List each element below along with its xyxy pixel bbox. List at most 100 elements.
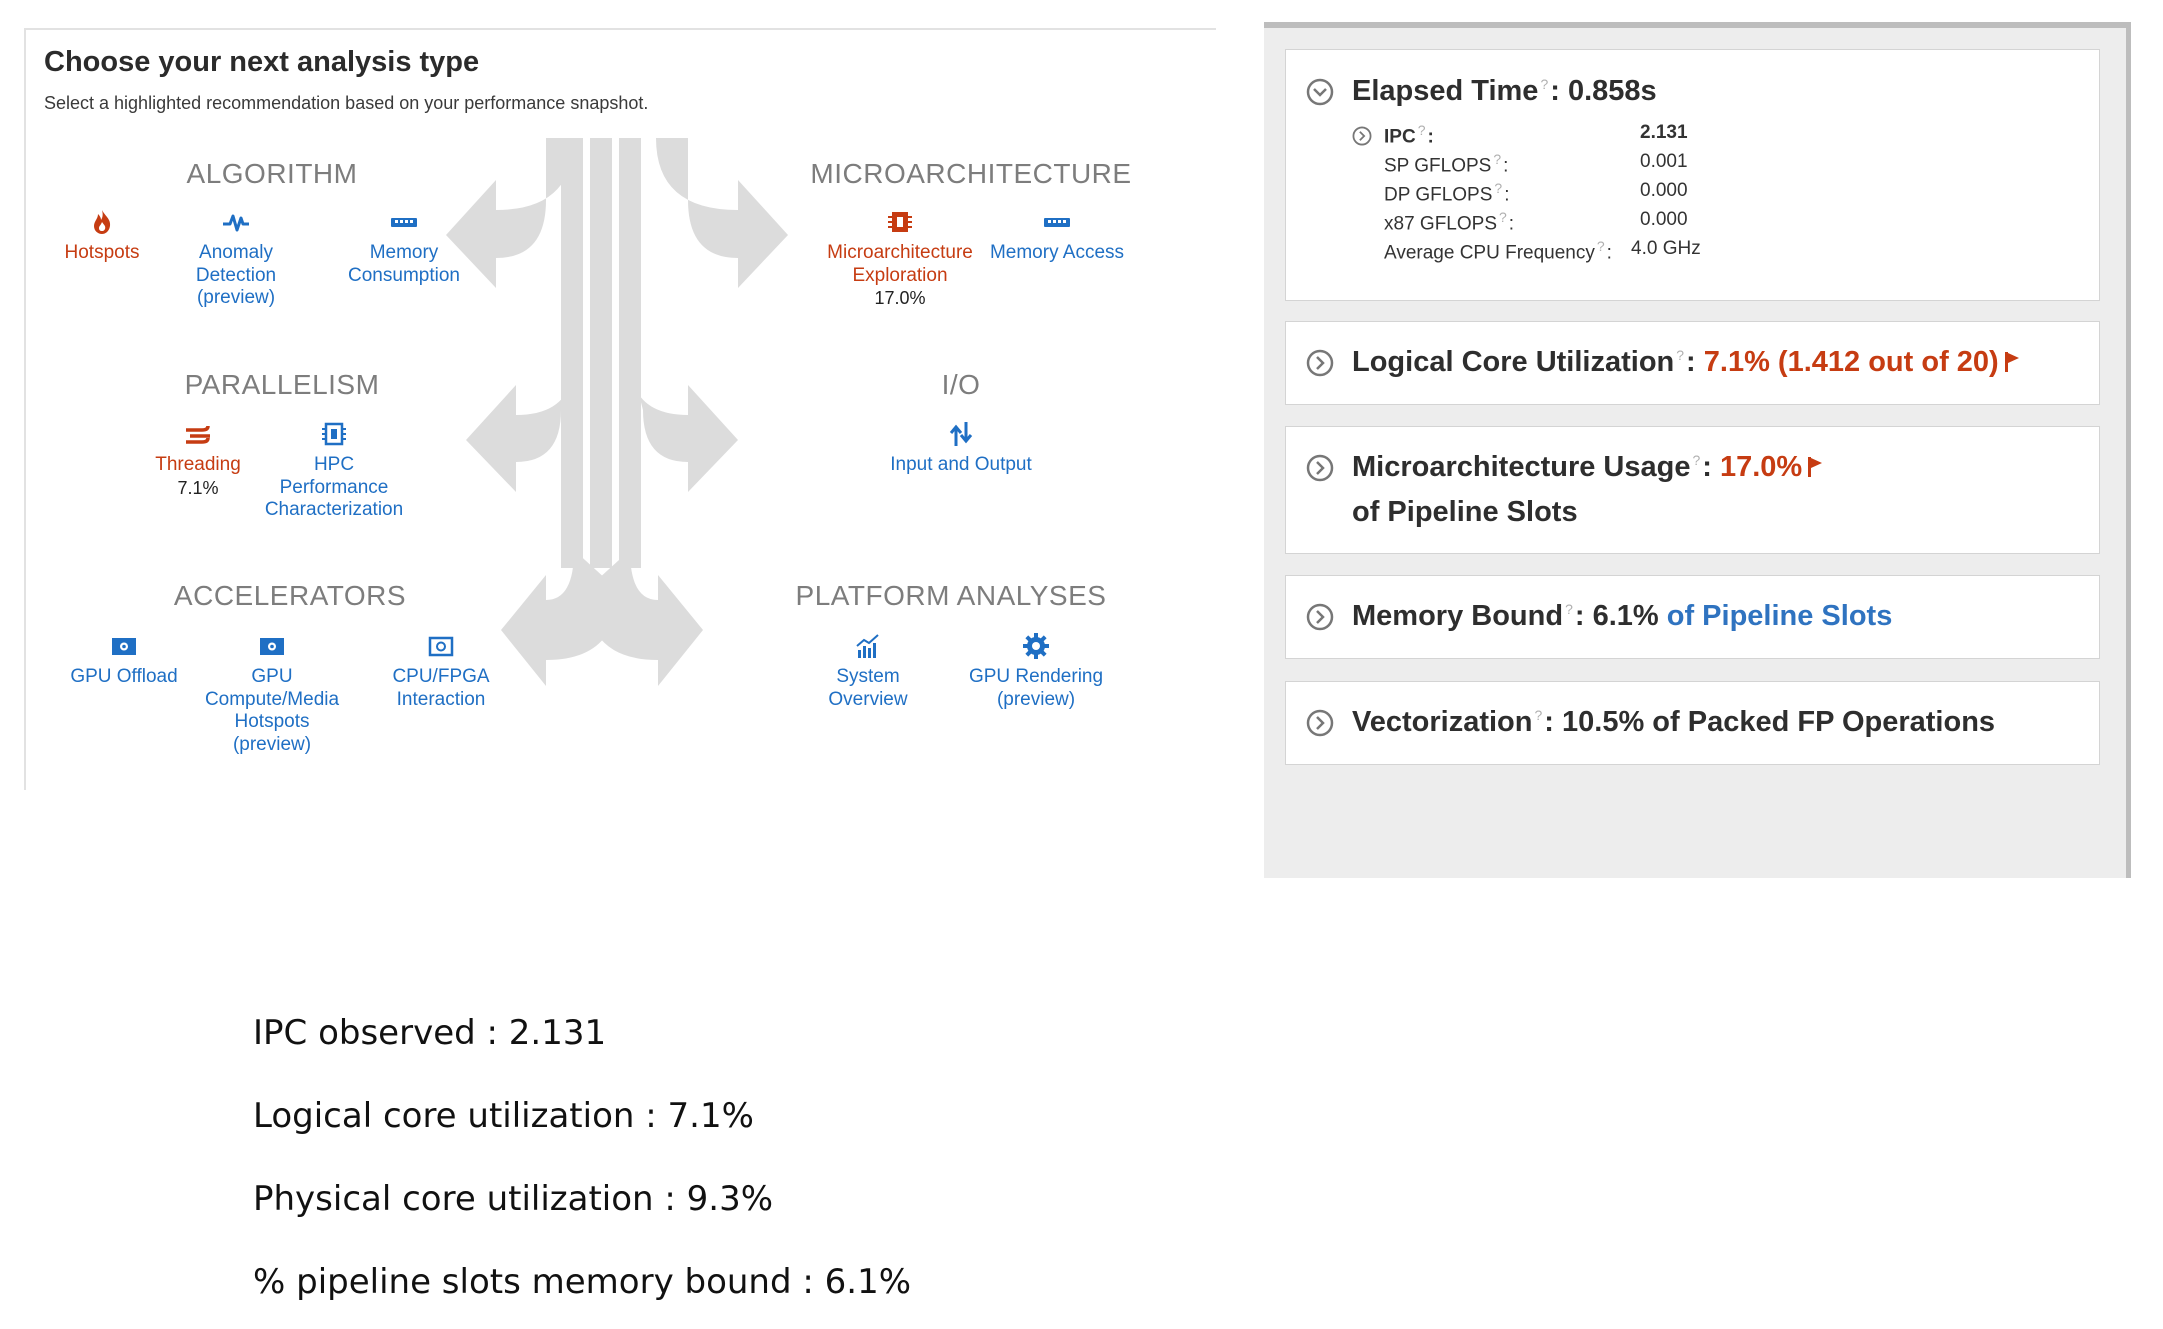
chevron-right-icon[interactable] — [1306, 603, 1334, 631]
x87-gflops-text: x87 GFLOPS — [1384, 213, 1497, 235]
memory-bound-card: Memory Bound?: 6.1% of Pipeline Slots — [1285, 575, 2100, 659]
chevron-down-icon[interactable] — [1306, 78, 1334, 106]
x87-gflops-label: x87 GFLOPS?: — [1384, 209, 1515, 235]
note-physical-core: Physical core utilization : 9.3% — [253, 1179, 774, 1219]
memory-bound-value: 6.1% — [1592, 600, 1659, 632]
vectorization-card: Vectorization?: 10.5% of Packed FP Opera… — [1285, 681, 2100, 765]
gpu-rendering-analysis[interactable]: GPU Rendering (preview) — [941, 632, 1131, 711]
note-ipc: IPC observed : 2.131 — [253, 1013, 607, 1053]
vectorization-value: 10.5% of Packed FP Operations — [1562, 706, 1996, 738]
gear-icon — [1023, 633, 1049, 659]
help-icon[interactable]: ? — [1494, 180, 1502, 196]
cpu-fpga-label: CPU/FPGA Interaction — [392, 666, 490, 710]
chevron-right-icon[interactable] — [1306, 454, 1334, 482]
elapsed-time-card: Elapsed Time?: 0.858s IPC?: 2.131 SP GFL… — [1285, 49, 2100, 301]
microarchitecture-usage-value: 17.0% — [1719, 451, 1803, 483]
help-icon[interactable]: ? — [1418, 122, 1426, 138]
category-accelerators: ACCELERATORS — [173, 580, 407, 611]
memory-bound-title: Memory Bound?: 6.1% of Pipeline Slots — [1352, 600, 1893, 632]
anomaly-detection-label: Anomaly Detection (preview) — [195, 242, 277, 308]
system-overview-analysis[interactable]: System Overview — [773, 632, 963, 711]
help-icon[interactable]: ? — [1540, 76, 1548, 92]
note-memory-bound: % pipeline slots memory bound : 6.1% — [253, 1262, 912, 1302]
memory-access-label: Memory Access — [989, 242, 1125, 263]
bar-chart-icon — [856, 634, 879, 658]
gpu-card-icon — [260, 638, 284, 655]
gpu-rendering-label: GPU Rendering (preview) — [968, 666, 1104, 710]
system-overview-label: System Overview — [828, 666, 908, 710]
microarchitecture-usage-title: Microarchitecture Usage?: 17.0% — [1352, 451, 1824, 484]
chevron-right-icon[interactable] — [1306, 349, 1334, 377]
up-down-arrows-icon — [949, 422, 973, 446]
summary-panel: Elapsed Time?: 0.858s IPC?: 2.131 SP GFL… — [1264, 22, 2131, 878]
dp-gflops-label: DP GFLOPS?: — [1384, 180, 1510, 206]
memory-bound-suffix: of Pipeline Slots — [1666, 600, 1893, 632]
logical-core-card: Logical Core Utilization?: 7.1% (1.412 o… — [1285, 321, 2100, 405]
elapsed-time-title: Elapsed Time?: 0.858s — [1352, 75, 1657, 107]
memory-consumption-label: Memory Consumption — [348, 242, 460, 286]
input-output-analysis[interactable]: Input and Output — [866, 420, 1056, 477]
arrow-to-microarchitecture — [656, 138, 788, 288]
flag-icon — [1808, 457, 1823, 477]
chevron-right-icon[interactable] — [1352, 126, 1372, 146]
gpu-compute-media-label: GPU Compute/Media Hotspots (preview) — [204, 666, 340, 755]
avg-cpu-freq-text: Average CPU Frequency — [1384, 242, 1595, 264]
memory-bound-label: Memory Bound — [1352, 600, 1564, 632]
fpga-card-icon — [428, 636, 454, 657]
chevron-right-icon[interactable] — [1306, 709, 1334, 737]
gpu-card-icon — [112, 638, 136, 655]
ipc-label: IPC — [1384, 126, 1416, 148]
cpu-icon — [322, 422, 346, 446]
vectorization-label: Vectorization — [1352, 706, 1533, 738]
flag-icon — [2004, 352, 2019, 372]
panel-top-border — [1264, 22, 2126, 28]
help-icon[interactable]: ? — [1499, 209, 1507, 225]
threads-icon — [186, 425, 210, 444]
sp-gflops-text: SP GFLOPS — [1384, 155, 1492, 177]
hpc-performance-analysis[interactable]: HPC Performance Characterization — [239, 420, 429, 522]
elapsed-time-value: 0.858s — [1567, 75, 1657, 107]
memory-chip-icon — [1044, 218, 1070, 227]
category-algorithm: ALGORITHM — [186, 158, 358, 189]
elapsed-time-label: Elapsed Time — [1352, 75, 1539, 107]
trunk-bar — [561, 138, 583, 568]
help-icon[interactable]: ? — [1493, 151, 1501, 167]
help-icon[interactable]: ? — [1535, 707, 1543, 723]
analysis-chooser-panel: Choose your next analysis type Select a … — [24, 28, 1216, 790]
memory-chip-icon — [391, 218, 417, 227]
memory-access-analysis[interactable]: Memory Access — [962, 208, 1152, 265]
x87-gflops-value: 0.000 — [1640, 209, 1688, 230]
gpu-compute-media-analysis[interactable]: GPU Compute/Media Hotspots (preview) — [177, 632, 367, 756]
microarchitecture-usage-card: Microarchitecture Usage?: 17.0% of Pipel… — [1285, 426, 2100, 554]
memory-consumption-analysis[interactable]: Memory Consumption — [309, 208, 499, 287]
avg-cpu-freq-value: 4.0 GHz — [1631, 238, 1701, 259]
help-icon[interactable]: ? — [1692, 452, 1700, 468]
help-icon[interactable]: ? — [1597, 238, 1605, 254]
avg-cpu-freq-label: Average CPU Frequency?: — [1384, 238, 1612, 264]
ipc-metric-label: IPC?: — [1384, 122, 1434, 148]
input-output-label: Input and Output — [890, 454, 1032, 475]
arrow-to-platform — [586, 550, 703, 686]
cpu-fpga-analysis[interactable]: CPU/FPGA Interaction — [346, 632, 536, 711]
category-microarchitecture: MICROARCHITECTURE — [810, 158, 1132, 189]
trunk-bar — [590, 138, 612, 568]
anomaly-detection-analysis[interactable]: Anomaly Detection (preview) — [141, 208, 331, 310]
category-io: I/O — [941, 369, 981, 400]
help-icon[interactable]: ? — [1676, 347, 1684, 363]
logical-core-title: Logical Core Utilization?: 7.1% (1.412 o… — [1352, 346, 2021, 379]
help-icon[interactable]: ? — [1565, 601, 1573, 617]
hpc-performance-label: HPC Performance Characterization — [264, 454, 404, 520]
logical-core-value: 7.1% (1.412 out of 20) — [1703, 346, 1999, 378]
category-platform-analyses: PLATFORM ANALYSES — [795, 580, 1107, 611]
vectorization-title: Vectorization?: 10.5% of Packed FP Opera… — [1352, 706, 1996, 738]
pulse-icon — [223, 214, 249, 232]
category-parallelism: PARALLELISM — [184, 369, 380, 400]
ipc-metric-value: 2.131 — [1640, 122, 1688, 143]
sp-gflops-value: 0.001 — [1640, 151, 1688, 172]
microarchitecture-usage-suffix: of Pipeline Slots — [1352, 496, 1578, 528]
dp-gflops-text: DP GFLOPS — [1384, 184, 1493, 206]
trunk-bar — [619, 138, 641, 568]
microarchitecture-exploration-value: 17.0% — [874, 288, 926, 308]
note-logical-core: Logical core utilization : 7.1% — [253, 1096, 754, 1136]
arrow-to-io — [630, 360, 738, 492]
